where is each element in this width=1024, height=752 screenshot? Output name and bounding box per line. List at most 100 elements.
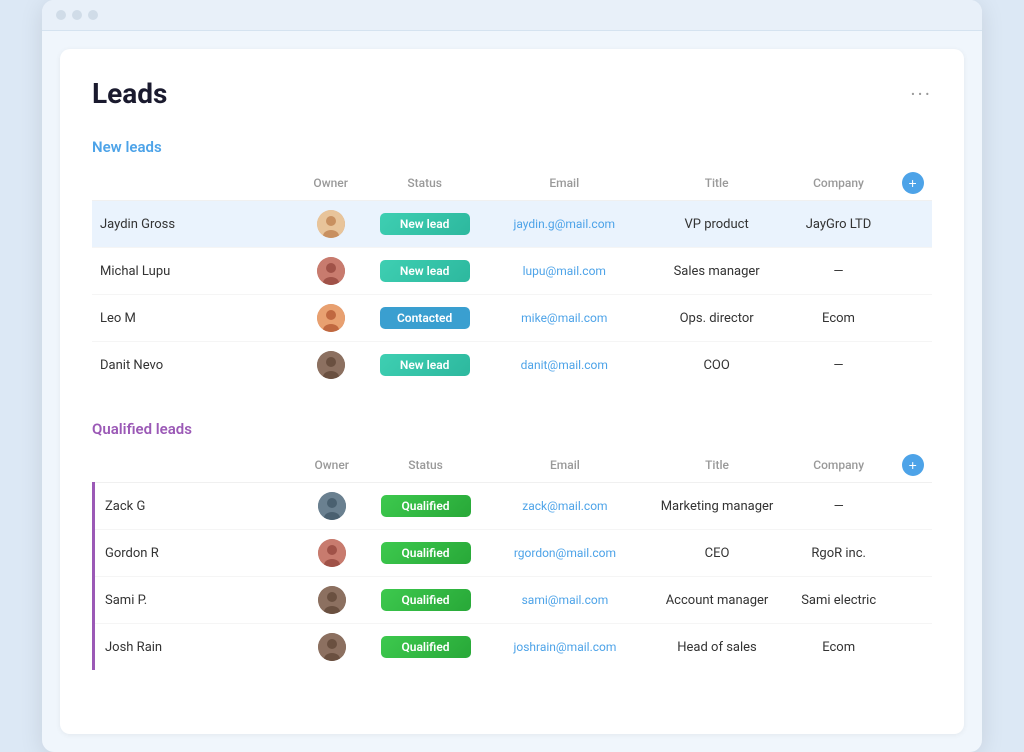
lead-name: Jaydin Gross — [92, 201, 295, 248]
email-link[interactable]: rgordon@mail.com — [514, 546, 616, 560]
lead-company: — — [788, 342, 890, 389]
lead-status[interactable]: Qualified — [367, 483, 484, 530]
col-header-status: Status — [366, 166, 483, 201]
lead-title: Ops. director — [646, 295, 788, 342]
table-row[interactable]: Michal Lupu New lead lupu@mail.com Sales… — [92, 248, 932, 295]
lead-owner — [296, 577, 367, 624]
avatar — [318, 492, 346, 520]
col-header-add: + — [889, 166, 932, 201]
dot-3 — [88, 10, 98, 20]
table-row[interactable]: Danit Nevo New lead danit@mail.com COO — — [92, 342, 932, 389]
qualified-leads-header-row: Owner Status Email Title Company + — [94, 448, 933, 483]
table-row[interactable]: Jaydin Gross New lead jaydin.g@mail.com … — [92, 201, 932, 248]
new-leads-section: New leads Owner Status Email Title Compa… — [92, 138, 932, 388]
lead-company: RgoR inc. — [788, 530, 889, 577]
lead-title: Sales manager — [646, 248, 788, 295]
lead-status[interactable]: Qualified — [367, 624, 484, 671]
app-window: Leads ··· New leads Owner Status Email T… — [42, 0, 982, 752]
email-link[interactable]: joshrain@mail.com — [513, 640, 616, 654]
col-header-email-q: Email — [484, 448, 646, 483]
lead-title: VP product — [646, 201, 788, 248]
email-link[interactable]: lupu@mail.com — [523, 264, 606, 278]
status-badge[interactable]: Qualified — [381, 589, 471, 611]
lead-status[interactable]: New lead — [366, 342, 483, 389]
email-link[interactable]: danit@mail.com — [521, 358, 608, 372]
table-row[interactable]: Leo M Contacted mike@mail.com Ops. direc… — [92, 295, 932, 342]
email-link[interactable]: jaydin.g@mail.com — [513, 217, 615, 231]
lead-name: Gordon R — [94, 530, 297, 577]
status-badge[interactable]: Qualified — [381, 636, 471, 658]
avatar — [318, 539, 346, 567]
lead-email[interactable]: mike@mail.com — [483, 295, 646, 342]
lead-action — [889, 624, 932, 671]
lead-action — [889, 248, 932, 295]
lead-status[interactable]: Qualified — [367, 530, 484, 577]
lead-name: Leo M — [92, 295, 295, 342]
page-title: Leads — [92, 77, 167, 110]
lead-name: Michal Lupu — [92, 248, 295, 295]
table-row[interactable]: Josh Rain Qualified joshrain@mail.com He… — [94, 624, 933, 671]
lead-owner — [296, 483, 367, 530]
lead-name: Danit Nevo — [92, 342, 295, 389]
avatar — [317, 351, 345, 379]
status-badge[interactable]: Qualified — [381, 495, 471, 517]
lead-name: Sami P. — [94, 577, 297, 624]
lead-owner — [295, 295, 366, 342]
add-qualified-lead-button[interactable]: + — [902, 454, 924, 476]
status-badge[interactable]: New lead — [380, 354, 470, 376]
col-header-company: Company — [788, 166, 890, 201]
new-leads-header-row: Owner Status Email Title Company + — [92, 166, 932, 201]
lead-email[interactable]: jaydin.g@mail.com — [483, 201, 646, 248]
lead-email[interactable]: rgordon@mail.com — [484, 530, 646, 577]
status-badge[interactable]: New lead — [380, 213, 470, 235]
status-badge[interactable]: New lead — [380, 260, 470, 282]
lead-email[interactable]: joshrain@mail.com — [484, 624, 646, 671]
more-options-button[interactable]: ··· — [910, 82, 932, 106]
lead-email[interactable]: danit@mail.com — [483, 342, 646, 389]
email-link[interactable]: mike@mail.com — [521, 311, 607, 325]
lead-action — [889, 342, 932, 389]
lead-email[interactable]: zack@mail.com — [484, 483, 646, 530]
lead-title: Head of sales — [646, 624, 788, 671]
email-link[interactable]: sami@mail.com — [522, 593, 609, 607]
col-header-name — [92, 166, 295, 201]
lead-status[interactable]: New lead — [366, 201, 483, 248]
lead-owner — [295, 248, 366, 295]
avatar — [318, 586, 346, 614]
lead-status[interactable]: Contacted — [366, 295, 483, 342]
table-row[interactable]: Sami P. Qualified sami@mail.com Account … — [94, 577, 933, 624]
col-header-title-q: Title — [646, 448, 788, 483]
lead-action — [889, 530, 932, 577]
qualified-leads-title: Qualified leads — [92, 420, 932, 438]
lead-email[interactable]: lupu@mail.com — [483, 248, 646, 295]
page-header: Leads ··· — [92, 77, 932, 110]
lead-action — [889, 483, 932, 530]
lead-title: CEO — [646, 530, 788, 577]
dot-2 — [72, 10, 82, 20]
col-header-add-q: + — [889, 448, 932, 483]
avatar — [317, 304, 345, 332]
lead-company: — — [788, 248, 890, 295]
lead-email[interactable]: sami@mail.com — [484, 577, 646, 624]
status-badge[interactable]: Qualified — [381, 542, 471, 564]
col-header-status-q: Status — [367, 448, 484, 483]
lead-status[interactable]: New lead — [366, 248, 483, 295]
avatar — [317, 257, 345, 285]
lead-owner — [296, 530, 367, 577]
add-new-lead-button[interactable]: + — [902, 172, 924, 194]
titlebar — [42, 0, 982, 31]
lead-status[interactable]: Qualified — [367, 577, 484, 624]
table-row[interactable]: Gordon R Qualified rgordon@mail.com CEO … — [94, 530, 933, 577]
col-header-title: Title — [646, 166, 788, 201]
lead-action — [889, 201, 932, 248]
lead-action — [889, 577, 932, 624]
email-link[interactable]: zack@mail.com — [522, 499, 607, 513]
col-header-owner: Owner — [295, 166, 366, 201]
new-leads-table: Owner Status Email Title Company + Jay — [92, 166, 932, 388]
qualified-leads-table: Owner Status Email Title Company + Zac — [92, 448, 932, 670]
table-row[interactable]: Zack G Qualified zack@mail.com Marketing… — [94, 483, 933, 530]
lead-title: Account manager — [646, 577, 788, 624]
lead-company: JayGro LTD — [788, 201, 890, 248]
window-body: Leads ··· New leads Owner Status Email T… — [60, 49, 964, 734]
status-badge[interactable]: Contacted — [380, 307, 470, 329]
